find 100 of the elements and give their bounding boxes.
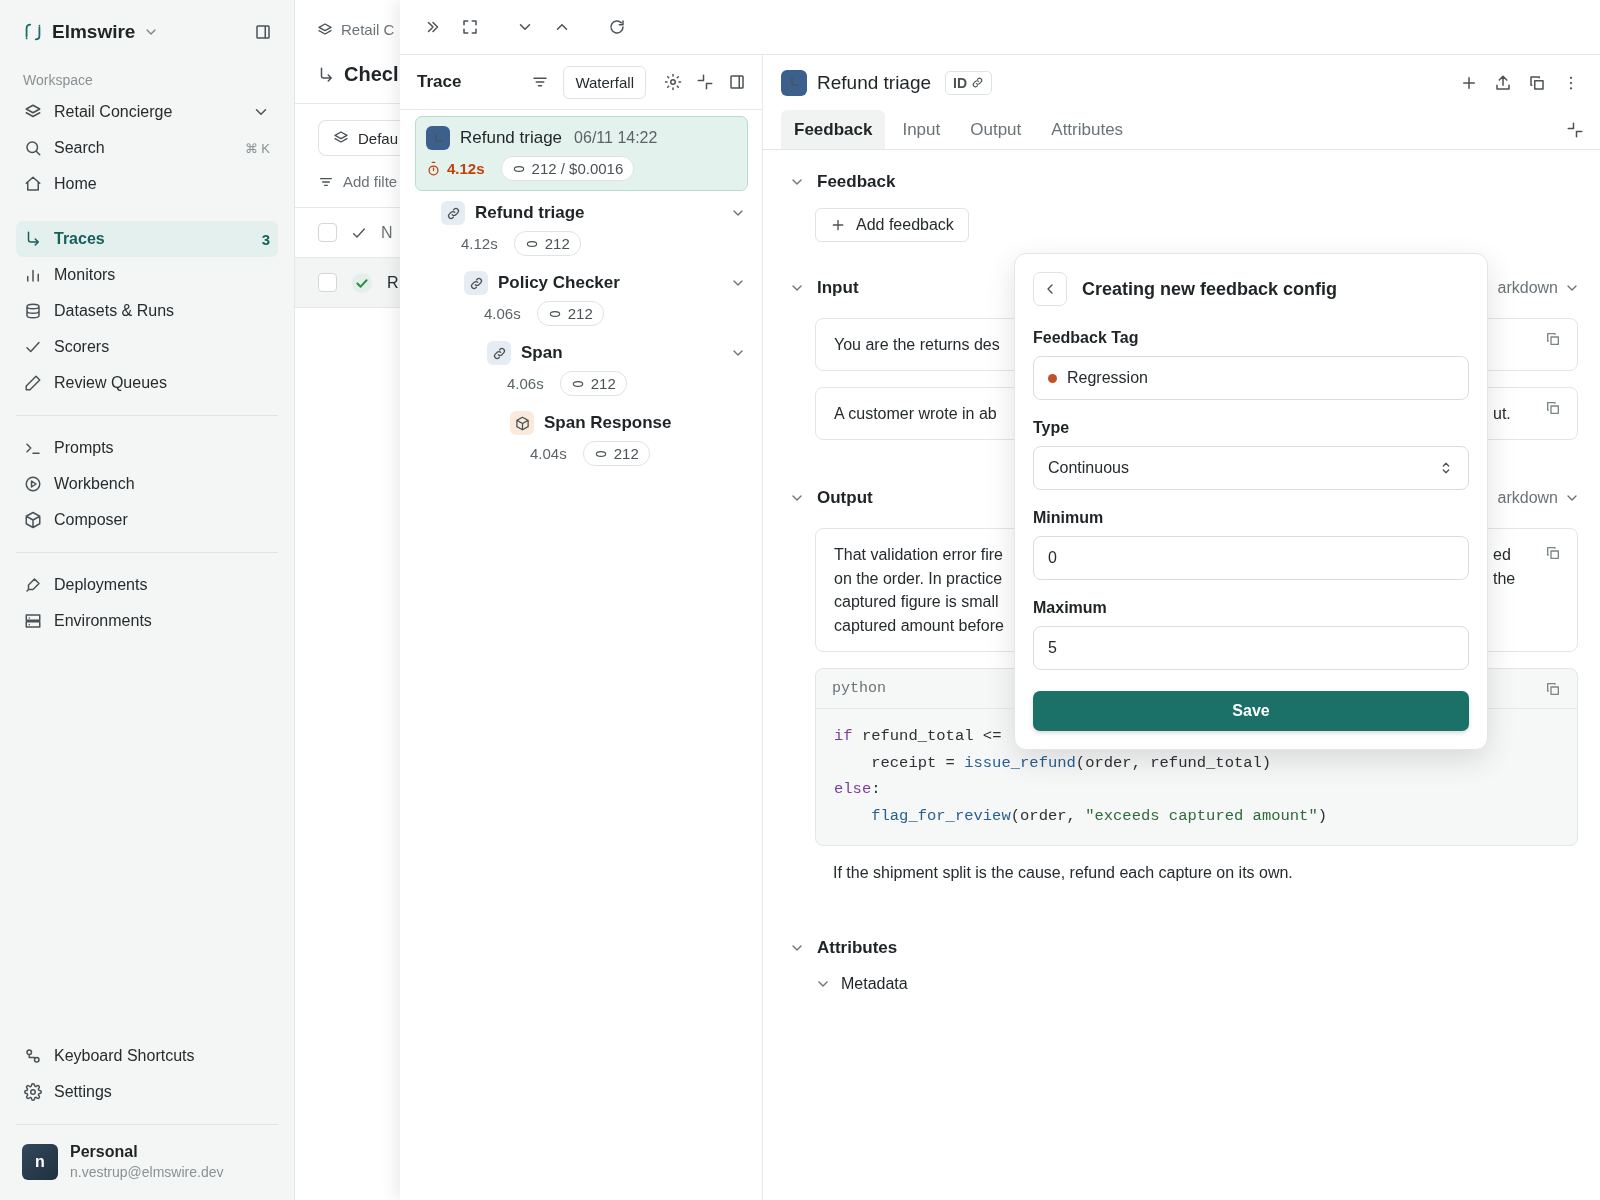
subsection-title: Metadata	[841, 975, 908, 993]
sidebar-item[interactable]: Workbench	[16, 466, 278, 502]
span-name[interactable]: Policy Checker	[498, 273, 720, 293]
copy-icon[interactable]	[1545, 331, 1561, 347]
checkbox[interactable]	[318, 223, 337, 242]
panel-icon[interactable]	[728, 73, 746, 91]
trace-time: 06/11 14:22	[574, 129, 658, 147]
avatar[interactable]: n	[22, 1143, 58, 1180]
add-feedback-button[interactable]: Add feedback	[815, 208, 969, 242]
settings-icon	[24, 1083, 42, 1101]
format-select[interactable]: arkdown	[1497, 489, 1580, 507]
tab[interactable]: Attributes	[1038, 110, 1137, 149]
item-label: Search	[54, 139, 106, 157]
refresh-icon[interactable]	[608, 18, 626, 36]
shortcut-hint: ⌘ K	[244, 140, 270, 156]
item-label: Environments	[54, 612, 153, 630]
tag-field[interactable]: Regression	[1033, 356, 1469, 400]
token-count: 212	[544, 235, 570, 252]
search-icon	[24, 139, 42, 157]
column-header[interactable]: N	[381, 223, 393, 242]
copy-icon[interactable]	[1545, 680, 1561, 697]
page-title: Checl	[344, 63, 399, 86]
user-name: Personal	[70, 1143, 139, 1161]
span-name[interactable]: Span Response	[544, 413, 748, 433]
span-name[interactable]: Refund triage	[475, 203, 720, 223]
item-label: Prompts	[54, 439, 115, 457]
cube-icon	[24, 511, 42, 529]
sidebar-item[interactable]: Composer	[16, 502, 278, 538]
sidebar-item[interactable]: Deployments	[16, 567, 278, 603]
nodes-icon	[24, 1047, 42, 1065]
sidebar-item[interactable]: Datasets & Runs	[16, 293, 278, 329]
sidebar-item[interactable]: Home	[16, 166, 278, 202]
check-circle-icon	[351, 271, 373, 294]
trace-duration: 4.12s	[447, 160, 485, 177]
message-text: captured figure is small	[834, 592, 999, 612]
checkbox[interactable]	[318, 273, 337, 292]
collapse-icon[interactable]	[1566, 120, 1584, 139]
save-button[interactable]: Save	[1033, 691, 1469, 731]
copy-icon[interactable]	[1545, 545, 1561, 561]
number-field[interactable]: 0	[1033, 536, 1469, 580]
plus-icon	[830, 217, 846, 233]
sidebar-item[interactable]: Keyboard Shortcuts	[16, 1038, 278, 1074]
item-label: Scorers	[54, 338, 111, 356]
code-line: flag_for_review(order, "exceeds captured amount")	[870, 805, 1328, 827]
panel-title: Trace	[417, 72, 463, 92]
message-text: You are the returns des	[834, 334, 1000, 355]
sidebar-item[interactable]: Review Queues	[16, 365, 278, 401]
field-label: Minimum	[1033, 509, 1105, 527]
sidebar-item[interactable]: Search ⌘ K	[16, 130, 278, 166]
token-count: 212	[590, 375, 616, 392]
home-icon	[24, 175, 42, 193]
item-count: 3	[261, 230, 270, 248]
view-button[interactable]: Defau	[318, 120, 400, 156]
message-text: on the order. In practice	[834, 568, 1003, 589]
section-title: Attributes	[817, 938, 898, 958]
span-name[interactable]: Span	[521, 343, 720, 363]
message-text: ed	[1493, 545, 1511, 565]
type-select[interactable]: Continuous	[1033, 446, 1469, 490]
trace-root-card[interactable]: Refund triage 06/11 14:22 4.12s 212 / $0.0016	[415, 116, 748, 191]
item-label: Composer	[54, 511, 129, 529]
number-field[interactable]: 5	[1033, 626, 1469, 670]
format-select[interactable]: arkdown	[1497, 279, 1580, 297]
item-label: Review Queues	[54, 374, 168, 392]
expand-icon[interactable]	[461, 18, 479, 36]
tab[interactable]: Input	[889, 110, 954, 149]
tab[interactable]: Output	[957, 110, 1035, 149]
brand-name: Elmswire	[52, 21, 136, 43]
item-label: Settings	[54, 1083, 113, 1101]
add-filter-link[interactable]: Add filte	[343, 173, 398, 190]
id-badge[interactable]: ID	[945, 70, 993, 95]
pen-icon	[24, 576, 42, 594]
sidebar-item[interactable]: Scorers	[16, 329, 278, 365]
play-icon	[24, 475, 42, 493]
message-text: ut.	[1493, 403, 1511, 424]
panel-icon[interactable]	[254, 23, 272, 41]
sidebar-item[interactable]: Prompts	[16, 430, 278, 466]
sidebar-item[interactable]: Monitors	[16, 257, 278, 293]
token-count: 212	[567, 305, 593, 322]
span-duration: 4.12s	[461, 235, 498, 252]
collapse-icon[interactable]	[696, 73, 714, 91]
project-selector[interactable]: Retail Concierge	[16, 94, 278, 130]
breadcrumb[interactable]: Retail C	[341, 21, 395, 38]
view-mode-button[interactable]: Waterfall	[563, 65, 646, 99]
item-label: Home	[54, 175, 98, 193]
link-icon	[971, 76, 985, 89]
copy-icon[interactable]	[1545, 400, 1561, 416]
sidebar-item[interactable]: Settings	[16, 1074, 278, 1110]
copy-icon[interactable]	[1528, 73, 1546, 92]
project-name: Retail Concierge	[54, 103, 174, 121]
sidebar-item[interactable]: Traces 3	[16, 221, 278, 257]
message-text: captured amount before	[834, 615, 1004, 636]
message-text: the	[1493, 568, 1516, 589]
tab[interactable]: Feedback	[781, 110, 886, 149]
upload-icon[interactable]	[1494, 73, 1512, 92]
code-line: if refund_total <=	[834, 726, 1003, 747]
sun-icon[interactable]	[664, 73, 682, 91]
server-icon	[24, 612, 42, 630]
sidebar-item[interactable]: Environments	[16, 603, 278, 639]
table-row[interactable]: R	[295, 258, 400, 308]
timer-icon	[426, 161, 441, 176]
